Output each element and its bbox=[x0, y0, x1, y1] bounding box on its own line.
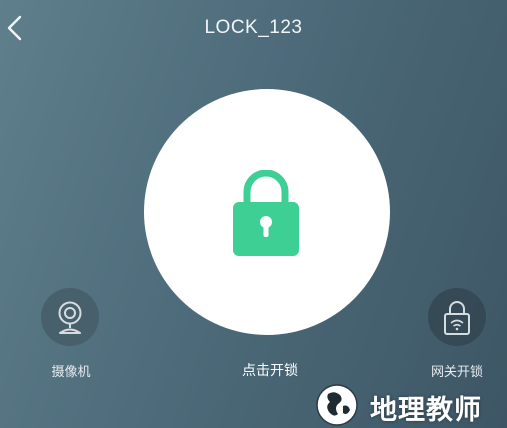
globe-icon bbox=[316, 384, 358, 426]
wifi-lock-icon bbox=[444, 301, 470, 335]
unlock-button[interactable] bbox=[144, 89, 390, 335]
camera-button[interactable] bbox=[41, 288, 99, 346]
webcam-icon bbox=[58, 301, 82, 334]
watermark-text: 地理教师 bbox=[370, 395, 482, 426]
camera-label: 摄像机 bbox=[51, 365, 91, 380]
unlock-label[interactable]: 点击开锁 bbox=[220, 360, 320, 380]
gateway-unlock-button[interactable] bbox=[428, 288, 486, 346]
page-title: LOCK_123 bbox=[204, 17, 303, 38]
watermark: 地理教师 bbox=[300, 378, 507, 428]
padlock-icon bbox=[233, 170, 299, 256]
